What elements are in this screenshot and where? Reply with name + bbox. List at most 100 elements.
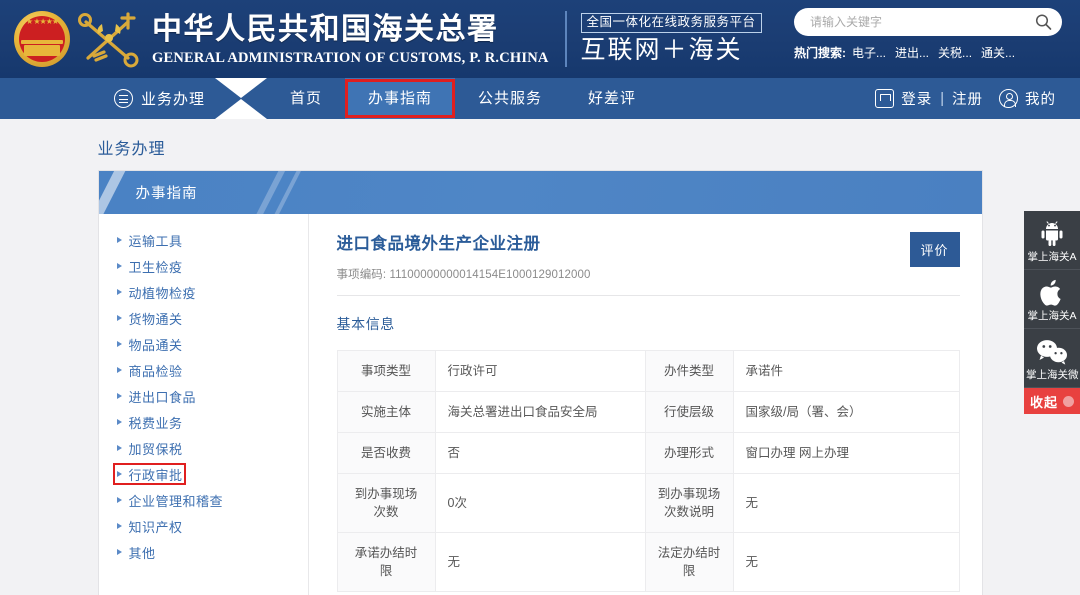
sidebar-item-label: 货物通关 — [129, 309, 183, 328]
site-title-block: 中华人民共和国海关总署 GENERAL ADMINISTRATION OF CU… — [152, 12, 549, 67]
hot-search-item-0[interactable]: 电子... — [852, 45, 886, 61]
caret-right-icon — [117, 523, 122, 529]
nav-item-review[interactable]: 好差评 — [565, 78, 659, 119]
site-title-en: GENERAL ADMINISTRATION OF CUSTOMS, P. R.… — [152, 49, 549, 67]
sidebar-item-label: 其他 — [129, 543, 156, 562]
caret-right-icon — [117, 341, 122, 347]
caret-right-icon — [117, 445, 122, 451]
table-cell-value: 海关总署进出口食品安全局 — [435, 392, 645, 433]
sidebar-item-other[interactable]: 其他 — [99, 540, 308, 564]
item-code-value: 11100000000014154E1000129012000 — [390, 269, 591, 281]
table-cell-label: 法定办结时限 — [645, 533, 733, 592]
sidebar-item-label: 卫生检疫 — [129, 257, 183, 276]
table-cell-label: 办理形式 — [645, 433, 733, 474]
nav-item-guide-label: 办事指南 — [368, 90, 432, 107]
float-card-label: 掌上海关A — [1026, 310, 1078, 323]
table-cell-value: 窗口办理 网上办理 — [733, 433, 959, 474]
table-row: 到办事现场次数 0次 到办事现场次数说明 无 — [337, 474, 959, 533]
table-row: 事项类型 行政许可 办件类型 承诺件 — [337, 351, 959, 392]
sidebar-item-enterprise-management[interactable]: 企业管理和稽查 — [99, 488, 308, 512]
sidebar-item-intellectual-property[interactable]: 知识产权 — [99, 514, 308, 538]
table-cell-label: 事项类型 — [337, 351, 435, 392]
site-title-cn: 中华人民共和国海关总署 — [152, 12, 549, 48]
caret-right-icon — [117, 419, 122, 425]
header-divider — [565, 11, 567, 67]
panel-header: 办事指南 — [99, 171, 982, 214]
caret-right-icon — [117, 367, 122, 373]
chat-bubble-icon[interactable] — [875, 89, 894, 108]
panel-header-title: 办事指南 — [136, 182, 198, 203]
collapse-widget-label: 收起 — [1030, 392, 1058, 411]
table-cell-label: 实施主体 — [337, 392, 435, 433]
section-title-basic-info: 基本信息 — [337, 314, 960, 334]
search-bar[interactable] — [794, 8, 1062, 36]
float-card-ios[interactable]: 掌上海关A — [1024, 270, 1080, 329]
nav-business-entry[interactable]: 业务办理 — [0, 78, 215, 119]
sidebar-item-health-quarantine[interactable]: 卫生检疫 — [99, 254, 308, 278]
guide-detail: 进口食品境外生产企业注册 事项编码: 11100000000014154E100… — [309, 214, 982, 595]
sidebar-item-label: 知识产权 — [129, 517, 183, 536]
panel-deco-slash-2 — [251, 171, 288, 214]
search-block: 热门搜索: 电子... 进出... 关税... 通关... — [794, 8, 1062, 61]
nav-business-label: 业务办理 — [141, 88, 205, 109]
table-cell-label: 到办事现场次数 — [337, 474, 435, 533]
hot-search-item-2[interactable]: 关税... — [938, 45, 972, 61]
china-national-emblem-icon: ★ ★★★★ — [12, 9, 72, 69]
float-card-android[interactable]: 掌上海关A — [1024, 211, 1080, 270]
sidebar-item-administrative-approval[interactable]: 行政审批 — [99, 462, 308, 486]
hamburger-circle-icon[interactable] — [114, 89, 133, 108]
nav-item-public-service-label: 公共服务 — [478, 90, 542, 107]
nav-bowtie-divider — [215, 78, 267, 119]
sidebar-item-animal-plant-quarantine[interactable]: 动植物检疫 — [99, 280, 308, 304]
caret-right-icon — [117, 497, 122, 503]
hot-search-item-3[interactable]: 通关... — [981, 45, 1015, 61]
table-cell-value: 无 — [733, 474, 959, 533]
table-row: 是否收费 否 办理形式 窗口办理 网上办理 — [337, 433, 959, 474]
breadcrumb[interactable]: 业务办理 — [98, 135, 983, 159]
rate-button[interactable]: 评价 — [910, 232, 960, 267]
nav-item-guide[interactable]: 办事指南 — [345, 78, 455, 119]
sidebar-item-label: 动植物检疫 — [129, 283, 197, 302]
mobile-app-float-widget: 掌上海关A 掌上海关A — [1024, 211, 1080, 414]
my-account-link[interactable]: 我的 — [1025, 88, 1056, 109]
nav-item-review-label: 好差评 — [588, 90, 636, 107]
sidebar-item-cargo-clearance[interactable]: 货物通关 — [99, 306, 308, 330]
sidebar-item-processing-trade[interactable]: 加贸保税 — [99, 436, 308, 460]
float-card-wechat[interactable]: 掌上海关微 程序 — [1024, 329, 1080, 388]
detail-title-group: 进口食品境外生产企业注册 事项编码: 11100000000014154E100… — [337, 232, 591, 282]
sidebar-item-transport[interactable]: 运输工具 — [99, 228, 308, 252]
table-cell-value: 否 — [435, 433, 645, 474]
sidebar-item-label: 企业管理和稽查 — [129, 491, 224, 510]
caret-right-icon — [117, 237, 122, 243]
nav-item-home-label: 首页 — [290, 90, 322, 107]
table-cell-value: 0次 — [435, 474, 645, 533]
detail-divider — [337, 295, 960, 296]
sidebar-item-label: 进出口食品 — [129, 387, 197, 406]
main-nav-bar: 业务办理 首页 办事指南 公共服务 好差评 登录 | 注册 我的 — [0, 78, 1080, 119]
search-input[interactable] — [794, 8, 1062, 36]
hot-search-item-1[interactable]: 进出... — [895, 45, 929, 61]
table-row: 实施主体 海关总署进出口食品安全局 行使层级 国家级/局（署、会） — [337, 392, 959, 433]
platform-name: 互联网＋海关 — [581, 35, 762, 66]
platform-block: 全国一体化在线政务服务平台 互联网＋海关 — [581, 13, 762, 66]
nav-item-home[interactable]: 首页 — [267, 78, 345, 119]
table-cell-label: 办件类型 — [645, 351, 733, 392]
table-cell-label: 承诺办结时限 — [337, 533, 435, 592]
sidebar-item-import-export-food[interactable]: 进出口食品 — [99, 384, 308, 408]
sidebar-item-tax-business[interactable]: 税费业务 — [99, 410, 308, 434]
nav-item-public-service[interactable]: 公共服务 — [455, 78, 565, 119]
apple-logo-icon — [1026, 276, 1078, 310]
sidebar-item-article-clearance[interactable]: 物品通关 — [99, 332, 308, 356]
wechat-logo-icon — [1026, 335, 1078, 369]
detail-header: 进口食品境外生产企业注册 事项编码: 11100000000014154E100… — [337, 232, 960, 282]
collapse-widget-button[interactable]: 收起 — [1024, 388, 1080, 414]
user-avatar-icon[interactable] — [999, 89, 1018, 108]
customs-key-anchor-icon — [76, 8, 142, 70]
sidebar-item-commodity-inspection[interactable]: 商品检验 — [99, 358, 308, 382]
search-icon[interactable] — [1035, 14, 1052, 31]
register-link[interactable]: 注册 — [952, 88, 983, 109]
login-link[interactable]: 登录 — [901, 88, 932, 109]
basic-info-table: 事项类型 行政许可 办件类型 承诺件 实施主体 海关总署进出口食品安全局 行使层… — [337, 350, 960, 592]
sidebar-item-label: 税费业务 — [129, 413, 183, 432]
table-cell-value: 无 — [733, 533, 959, 592]
